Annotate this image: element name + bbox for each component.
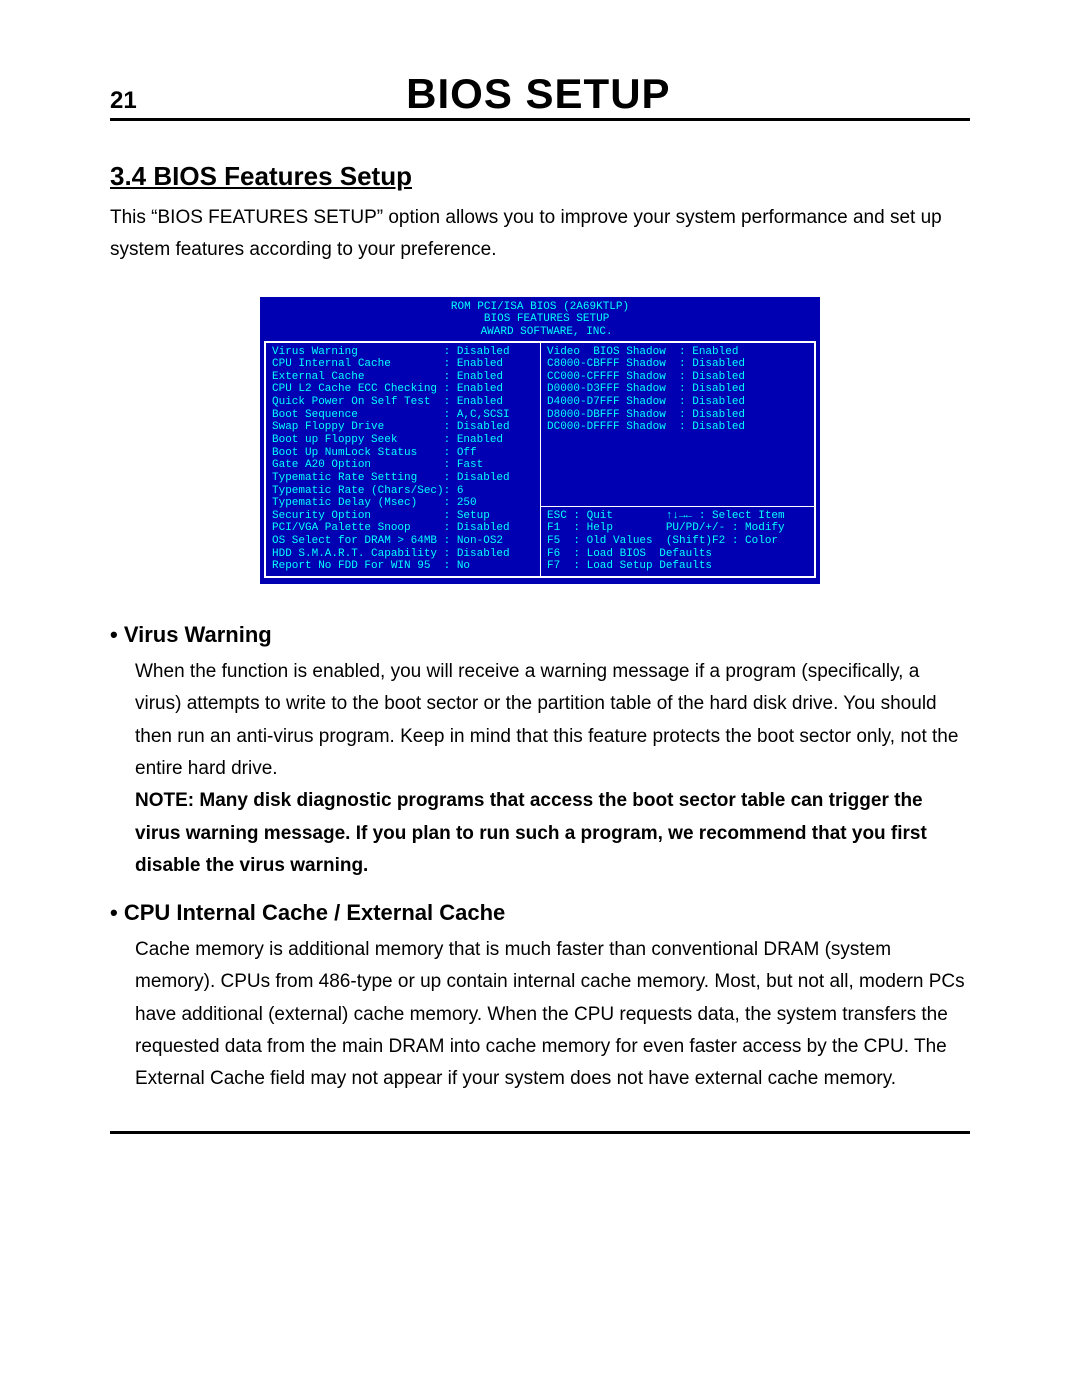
item-body-virus-warning: When the function is enabled, you will r… (135, 656, 970, 882)
item-body-cpu-cache: Cache memory is additional memory that i… (135, 934, 970, 1095)
item-heading-cpu-cache: • CPU Internal Cache / External Cache (110, 900, 970, 926)
item-note: NOTE: Many disk diagnostic programs that… (135, 785, 970, 882)
bios-right-top: Video BIOS Shadow : Enabled C8000-CBFFF … (541, 343, 814, 506)
item-heading-virus-warning: • Virus Warning (110, 622, 970, 648)
bios-header-text: ROM PCI/ISA BIOS (2A69KTLP) BIOS FEATURE… (264, 301, 816, 339)
bios-right-bottom: ESC : Quit ↑↓→← : Select Item F1 : Help … (541, 506, 814, 576)
bios-left-column: Virus Warning : Disabled CPU Internal Ca… (266, 343, 540, 577)
bios-screenshot: ROM PCI/ISA BIOS (2A69KTLP) BIOS FEATURE… (260, 297, 820, 584)
section-heading: 3.4 BIOS Features Setup (110, 161, 970, 192)
page-number: 21 (110, 87, 137, 115)
footer-rule (110, 1131, 970, 1134)
bios-right-column: Video BIOS Shadow : Enabled C8000-CBFFF … (540, 343, 814, 577)
section-intro: This “BIOS FEATURES SETUP” option allows… (110, 202, 970, 267)
page: 21 BIOS SETUP 3.4 BIOS Features Setup Th… (0, 0, 1080, 1397)
item-paragraph: When the function is enabled, you will r… (135, 661, 958, 779)
page-header: 21 BIOS SETUP (110, 70, 970, 121)
page-title: BIOS SETUP (137, 70, 970, 118)
bios-body: Virus Warning : Disabled CPU Internal Ca… (264, 341, 816, 579)
item-paragraph: Cache memory is additional memory that i… (135, 939, 965, 1089)
